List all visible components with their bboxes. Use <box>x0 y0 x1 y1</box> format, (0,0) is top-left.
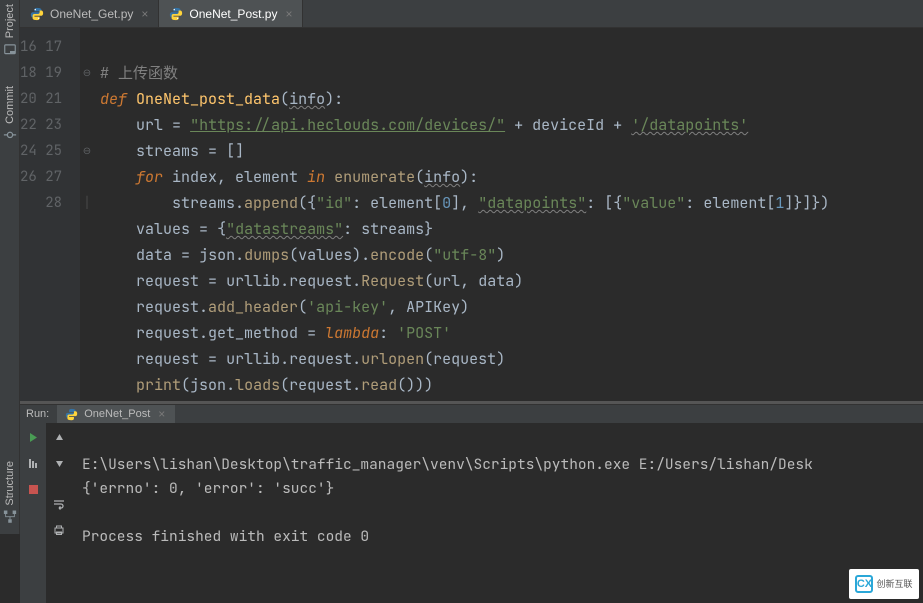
tab-label: OneNet_Get.py <box>50 7 133 21</box>
close-icon[interactable]: × <box>139 7 150 21</box>
watermark-text: 创新互联 <box>876 572 912 596</box>
tool-commit[interactable]: Commit <box>3 86 17 142</box>
code-line: request = urllib.request.Request(url, da… <box>100 271 523 291</box>
line-gutter: 16 17 18 19 20 21 22 23 24 25 26 27 28 <box>20 28 80 401</box>
run-tab-label: OneNet_Post <box>84 408 150 420</box>
console-line: Process finished with exit code 0 <box>82 527 369 546</box>
code-line: streams = [] <box>100 141 244 161</box>
stop-button[interactable] <box>23 479 43 499</box>
code-line: request.get_method = lambda: 'POST' <box>100 323 451 343</box>
code-line: data = json.dumps(values).encode("utf-8"… <box>100 245 505 265</box>
python-file-icon <box>65 408 78 421</box>
code-line: streams.append({"id": element[0], "datap… <box>100 193 829 213</box>
console-line: {'errno': 0, 'error': 'succ'} <box>82 479 334 498</box>
scroll-down-button[interactable] <box>49 453 69 473</box>
code-editor[interactable]: 16 17 18 19 20 21 22 23 24 25 26 27 28 ⊖… <box>20 28 923 401</box>
code-line: print(json.loads(request.read())) <box>100 375 433 395</box>
console-line: E:\Users\lishan\Desktop\traffic_manager\… <box>82 455 813 474</box>
tab-onenet-post[interactable]: OneNet_Post.py × <box>159 0 303 27</box>
watermark: CX 创新互联 <box>849 569 919 599</box>
rerun-button[interactable] <box>23 427 43 447</box>
print-button[interactable] <box>49 520 69 540</box>
python-file-icon <box>30 7 44 21</box>
code-line: # 上传函数 <box>100 63 178 83</box>
code-line: request.add_header('api-key', APIKey) <box>100 297 469 317</box>
settings-button[interactable] <box>23 453 43 473</box>
tool-structure-label: Structure <box>4 461 16 506</box>
run-toolbar-primary <box>20 423 46 603</box>
scroll-up-button[interactable] <box>49 427 69 447</box>
code-line: def OneNet_post_data(info): <box>100 89 343 109</box>
run-label: Run: <box>26 408 49 420</box>
python-file-icon <box>169 7 183 21</box>
code-area[interactable]: # 上传函数 def OneNet_post_data(info): url =… <box>80 28 923 401</box>
run-header: Run: OneNet_Post × <box>20 405 923 423</box>
close-icon[interactable]: × <box>283 7 294 21</box>
console-output[interactable]: E:\Users\lishan\Desktop\traffic_manager\… <box>72 423 923 603</box>
watermark-logo-icon: CX <box>855 575 873 593</box>
structure-icon <box>3 510 17 524</box>
tab-label: OneNet_Post.py <box>189 7 277 21</box>
editor-tabs: OneNet_Get.py × OneNet_Post.py × <box>20 0 923 28</box>
code-line: request = urllib.request.urlopen(request… <box>100 349 505 369</box>
left-tool-strip: Project Commit Structure <box>0 0 20 534</box>
run-body: E:\Users\lishan\Desktop\traffic_manager\… <box>20 423 923 603</box>
tab-onenet-get[interactable]: OneNet_Get.py × <box>20 0 159 27</box>
code-line: for index, element in enumerate(info): <box>100 167 478 187</box>
main-column: OneNet_Get.py × OneNet_Post.py × 16 17 1… <box>20 0 923 534</box>
close-icon[interactable]: × <box>156 407 167 421</box>
project-icon <box>3 42 17 56</box>
tool-project[interactable]: Project <box>3 4 17 56</box>
code-line: values = {"datastreams": streams} <box>100 219 433 239</box>
tool-project-label: Project <box>4 4 16 38</box>
tool-structure[interactable]: Structure <box>3 461 17 524</box>
run-panel: Run: OneNet_Post × E:\Users\lishan\Deskt… <box>20 404 923 534</box>
code-line: url = "https://api.heclouds.com/devices/… <box>100 115 748 135</box>
run-tab[interactable]: OneNet_Post × <box>57 405 175 423</box>
soft-wrap-button[interactable] <box>49 494 69 514</box>
run-toolbar-secondary <box>46 423 72 603</box>
commit-icon <box>3 128 17 142</box>
tool-commit-label: Commit <box>4 86 16 124</box>
